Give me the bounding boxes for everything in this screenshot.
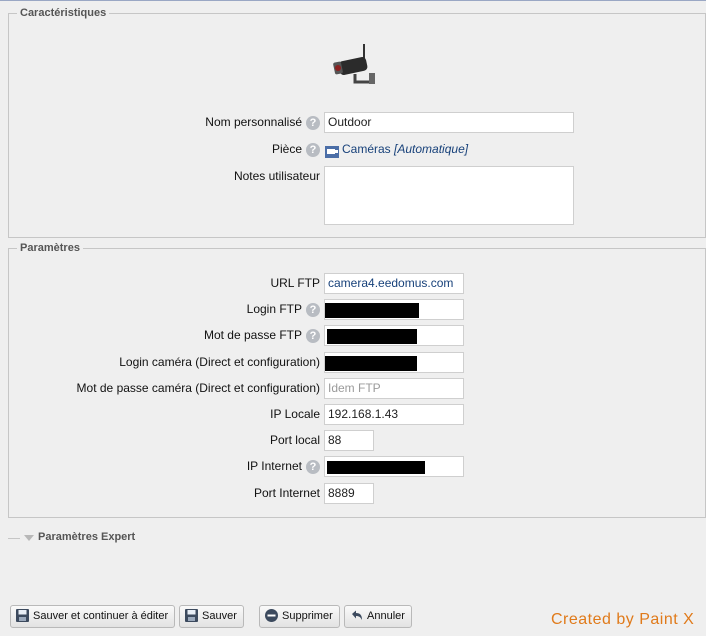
mdp-ftp-label: Mot de passe FTP [203,328,302,342]
ip-locale-input[interactable]: 192.168.1.43 [324,404,464,425]
expert-section-header[interactable]: Paramètres Expert [8,530,706,546]
piece-value: Caméras [342,142,391,156]
help-icon[interactable]: ? [306,142,320,157]
mdp-ftp-input[interactable] [324,325,464,346]
nom-label: Nom personnalisé [205,115,302,129]
expert-legend: Paramètres Expert [38,531,136,543]
ip-locale-label: IP Locale [270,407,320,421]
mdp-ftp-row: Mot de passe FTP? [0,325,706,347]
top-border [0,0,706,1]
notes-textarea[interactable] [324,166,574,225]
nom-input[interactable]: Outdoor [324,112,574,133]
port-local-row: Port local 88 [0,430,706,452]
port-local-label: Port local [269,433,320,447]
login-ftp-input[interactable] [324,299,464,320]
help-icon[interactable]: ? [306,328,320,343]
redaction-bar [327,461,425,474]
floppy-disk-icon [184,608,199,623]
url-ftp-label: URL FTP [270,276,320,290]
mdp-cam-row: Mot de passe caméra (Direct et configura… [0,378,706,400]
save-continue-button[interactable]: Sauver et continuer à éditer [10,605,176,628]
ip-internet-row: IP Internet? [0,456,706,478]
camera-room-icon [325,144,339,158]
nom-row: Nom personnalisé? Outdoor [0,112,706,134]
save-button[interactable]: Sauver [179,605,244,628]
url-ftp-input[interactable]: camera4.eedomus.com [324,273,464,294]
parametres-legend: Paramètres [20,242,80,254]
ip-internet-label: IP Internet [246,459,302,473]
triangle-down-icon [24,535,34,541]
redaction-bar [325,356,417,371]
login-cam-row: Login caméra (Direct et configuration) [0,352,706,374]
minus-circle-icon [264,608,279,623]
login-ftp-label: Login FTP [246,302,302,316]
port-local-input[interactable]: 88 [324,430,374,451]
caracteristiques-legend: Caractéristiques [20,7,107,19]
ip-internet-input[interactable] [324,456,464,477]
cancel-label: Annuler [367,610,405,622]
save-continue-label: Sauver et continuer à éditer [33,610,169,622]
watermark-text: Created by Paint X [551,611,695,628]
save-label: Sauver [202,610,237,622]
port-internet-label: Port Internet [253,486,320,500]
redaction-bar [327,329,417,344]
security-camera-icon [333,40,379,86]
piece-link[interactable]: Caméras [Automatique] [325,139,468,159]
piece-auto: [Automatique] [394,142,469,156]
login-cam-label: Login caméra (Direct et configuration) [119,355,320,369]
port-internet-input[interactable]: 8889 [324,483,374,504]
url-ftp-row: URL FTP camera4.eedomus.com [0,273,706,295]
undo-arrow-icon [349,608,364,623]
redaction-bar [325,303,419,318]
delete-label: Supprimer [282,610,333,622]
mdp-cam-label: Mot de passe caméra (Direct et configura… [76,381,320,395]
ip-locale-row: IP Locale 192.168.1.43 [0,404,706,426]
piece-row: Pièce? Caméras [Automatique] [0,139,706,161]
floppy-disk-icon [15,608,30,623]
cancel-button[interactable]: Annuler [344,605,412,628]
login-cam-input[interactable] [324,352,464,373]
notes-row: Notes utilisateur [0,166,706,225]
login-ftp-row: Login FTP? [0,299,706,321]
delete-button[interactable]: Supprimer [259,605,340,628]
port-internet-row: Port Internet 8889 [0,483,706,505]
piece-label: Pièce [271,142,302,156]
help-icon[interactable]: ? [306,459,320,474]
help-icon[interactable]: ? [306,115,320,130]
help-icon[interactable]: ? [306,302,320,317]
notes-label: Notes utilisateur [233,169,320,183]
mdp-cam-input[interactable]: Idem FTP [324,378,464,399]
